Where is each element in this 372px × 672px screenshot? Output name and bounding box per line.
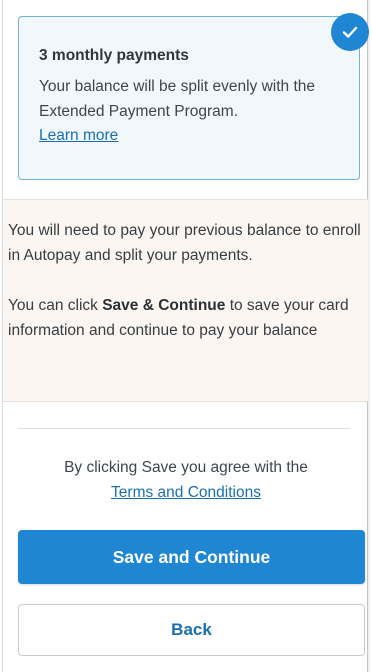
back-button[interactable]: Back [18,604,365,656]
agreement-text: By clicking Save you agree with the [64,459,308,476]
terms-link[interactable]: Terms and Conditions [111,484,261,501]
balance-notice: You will need to pay your previous balan… [3,199,368,402]
section-divider [18,428,350,429]
plan-description: Your balance will be split evenly with t… [39,78,316,120]
save-and-continue-button[interactable]: Save and Continue [18,530,365,584]
notice-bold-action: Save & Continue [102,297,226,314]
learn-more-link[interactable]: Learn more [39,125,118,147]
terms-agreement: By clicking Save you agree with the Term… [0,455,372,505]
notice-prefix: You can click [8,297,103,314]
check-icon [342,26,358,38]
notice-text-save-continue: You can click Save & Continue to save yo… [8,293,362,343]
plan-title: 3 monthly payments [39,47,189,64]
notice-text-autopay: You will need to pay your previous balan… [8,222,361,264]
payment-plan-option-card[interactable]: 3 monthly payments Your balance will be … [18,13,369,180]
selected-check-badge [331,13,369,51]
